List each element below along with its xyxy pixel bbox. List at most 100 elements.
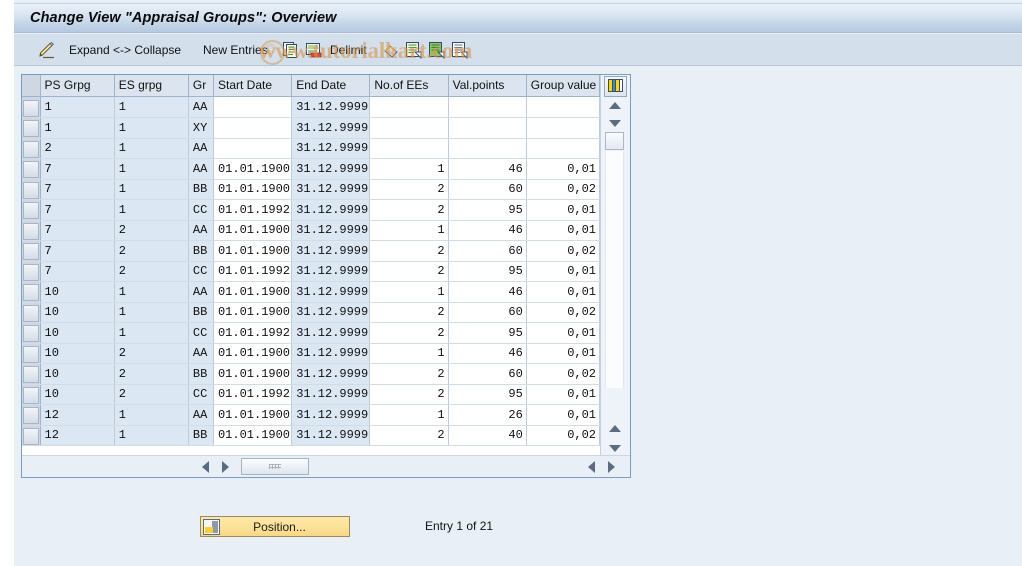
cell-val-points[interactable]	[448, 97, 527, 118]
row-select-box[interactable]	[22, 325, 39, 343]
edit-pencil-icon[interactable]	[37, 34, 57, 66]
cell-group-value[interactable]: 0,02	[526, 302, 600, 323]
table-vertical-scrollbar[interactable]	[600, 75, 630, 477]
cell-es-grpg[interactable]: 2	[114, 384, 189, 405]
cell-ps-grpg[interactable]: 10	[40, 363, 115, 385]
copy-as-button[interactable]	[282, 34, 300, 66]
undo-button[interactable]	[382, 34, 400, 66]
cell-group-value[interactable]: 0,02	[526, 240, 600, 262]
cell-gr[interactable]: BB	[188, 363, 214, 385]
cell-no-of-ees[interactable]	[369, 138, 449, 159]
cell-start-date[interactable]: 01.01.1900	[213, 240, 293, 262]
cell-ps-grpg[interactable]: 7	[40, 220, 115, 241]
next-entry-button[interactable]	[428, 34, 446, 66]
column-header-es-grpg[interactable]: ES grpg	[114, 75, 189, 97]
cell-val-points[interactable]: 26	[448, 404, 527, 426]
cell-ps-grpg[interactable]: 10	[40, 302, 115, 323]
cell-val-points[interactable]	[448, 117, 527, 139]
cell-no-of-ees[interactable]: 2	[369, 384, 449, 405]
cell-end-date[interactable]: 31.12.9999	[291, 322, 371, 344]
row-select-box[interactable]	[22, 427, 39, 445]
cell-start-date[interactable]: 01.01.1992	[213, 322, 293, 344]
details-button[interactable]	[451, 34, 469, 66]
cell-start-date[interactable]: 01.01.1900	[213, 343, 293, 364]
vertical-scroll-track[interactable]	[605, 151, 624, 388]
row-select-box[interactable]	[22, 263, 39, 281]
cell-start-date[interactable]: 01.01.1900	[213, 220, 293, 241]
cell-group-value[interactable]: 0,01	[526, 404, 600, 426]
row-select-cell[interactable]	[22, 158, 41, 180]
cell-no-of-ees[interactable]: 1	[369, 404, 449, 426]
cell-gr[interactable]: BB	[188, 302, 214, 323]
cell-end-date[interactable]: 31.12.9999	[291, 384, 371, 405]
cell-no-of-ees[interactable]: 1	[369, 343, 449, 364]
row-select-box[interactable]	[22, 99, 39, 117]
cell-ps-grpg[interactable]: 10	[40, 322, 115, 344]
new-entries-button[interactable]: New Entries	[201, 34, 270, 66]
cell-val-points[interactable]: 60	[448, 179, 527, 200]
cell-end-date[interactable]: 31.12.9999	[291, 97, 371, 118]
cell-start-date[interactable]: 01.01.1900	[213, 425, 293, 446]
column-header-group-value[interactable]: Group value	[526, 75, 600, 97]
table-row[interactable]: 1 1 AA 31.12.9999	[22, 97, 600, 118]
column-header-start-date[interactable]: Start Date	[213, 75, 293, 97]
row-select-cell[interactable]	[22, 343, 41, 364]
cell-end-date[interactable]: 31.12.9999	[291, 363, 371, 385]
table-row[interactable]: 10 1 BB 01.01.1900 31.12.9999 2 60 0,02	[22, 302, 600, 323]
cell-ps-grpg[interactable]: 12	[40, 425, 115, 446]
row-select-cell[interactable]	[22, 425, 41, 446]
cell-gr[interactable]: BB	[188, 240, 214, 262]
cell-ps-grpg[interactable]: 7	[40, 261, 115, 282]
cell-es-grpg[interactable]: 1	[114, 158, 189, 180]
cell-es-grpg[interactable]: 1	[114, 302, 189, 323]
table-row[interactable]: 12 1 BB 01.01.1900 31.12.9999 2 40 0,02	[22, 425, 600, 446]
cell-gr[interactable]: AA	[188, 158, 214, 180]
cell-no-of-ees[interactable]: 2	[369, 363, 449, 385]
row-select-box[interactable]	[22, 366, 39, 384]
row-select-cell[interactable]	[22, 363, 41, 385]
cell-ps-grpg[interactable]: 2	[40, 138, 115, 159]
cell-start-date[interactable]	[213, 117, 293, 139]
cell-ps-grpg[interactable]: 7	[40, 179, 115, 200]
table-settings-button[interactable]	[604, 76, 627, 97]
column-header-no-of-ees[interactable]: No.of EEs	[369, 75, 449, 97]
row-select-cell[interactable]	[22, 199, 41, 221]
table-row[interactable]: 7 2 CC 01.01.1992 31.12.9999 2 95 0,01	[22, 261, 600, 282]
row-select-box[interactable]	[22, 243, 39, 261]
cell-ps-grpg[interactable]: 7	[40, 240, 115, 262]
cell-ps-grpg[interactable]: 7	[40, 158, 115, 180]
cell-end-date[interactable]: 31.12.9999	[291, 302, 371, 323]
table-row[interactable]: 10 1 AA 01.01.1900 31.12.9999 1 46 0,01	[22, 281, 600, 303]
cell-start-date[interactable]: 01.01.1900	[213, 404, 293, 426]
scroll-right-end-button[interactable]	[602, 458, 620, 475]
cell-group-value[interactable]: 0,01	[526, 343, 600, 364]
cell-group-value[interactable]: 0,01	[526, 384, 600, 405]
cell-val-points[interactable]: 46	[448, 158, 527, 180]
scroll-left-button[interactable]	[196, 458, 214, 475]
cell-es-grpg[interactable]: 2	[114, 343, 189, 364]
cell-end-date[interactable]: 31.12.9999	[291, 117, 371, 139]
cell-no-of-ees[interactable]: 1	[369, 158, 449, 180]
cell-es-grpg[interactable]: 1	[114, 97, 189, 118]
cell-no-of-ees[interactable]: 2	[369, 240, 449, 262]
row-select-cell[interactable]	[22, 384, 41, 405]
cell-es-grpg[interactable]: 1	[114, 117, 189, 139]
cell-gr[interactable]: AA	[188, 220, 214, 241]
row-select-cell[interactable]	[22, 220, 41, 241]
row-select-box[interactable]	[22, 120, 39, 138]
cell-es-grpg[interactable]: 1	[114, 281, 189, 303]
cell-no-of-ees[interactable]: 2	[369, 425, 449, 446]
row-select-cell[interactable]	[22, 97, 41, 118]
row-select-cell[interactable]	[22, 240, 41, 262]
scroll-page-up-button[interactable]	[605, 419, 624, 437]
cell-gr[interactable]: CC	[188, 199, 214, 221]
cell-val-points[interactable]: 95	[448, 261, 527, 282]
cell-no-of-ees[interactable]: 1	[369, 220, 449, 241]
row-select-cell[interactable]	[22, 404, 41, 426]
row-select-box[interactable]	[22, 386, 39, 404]
cell-end-date[interactable]: 31.12.9999	[291, 138, 371, 159]
cell-gr[interactable]: CC	[188, 261, 214, 282]
cell-no-of-ees[interactable]: 2	[369, 261, 449, 282]
row-select-cell[interactable]	[22, 302, 41, 323]
cell-es-grpg[interactable]: 1	[114, 404, 189, 426]
